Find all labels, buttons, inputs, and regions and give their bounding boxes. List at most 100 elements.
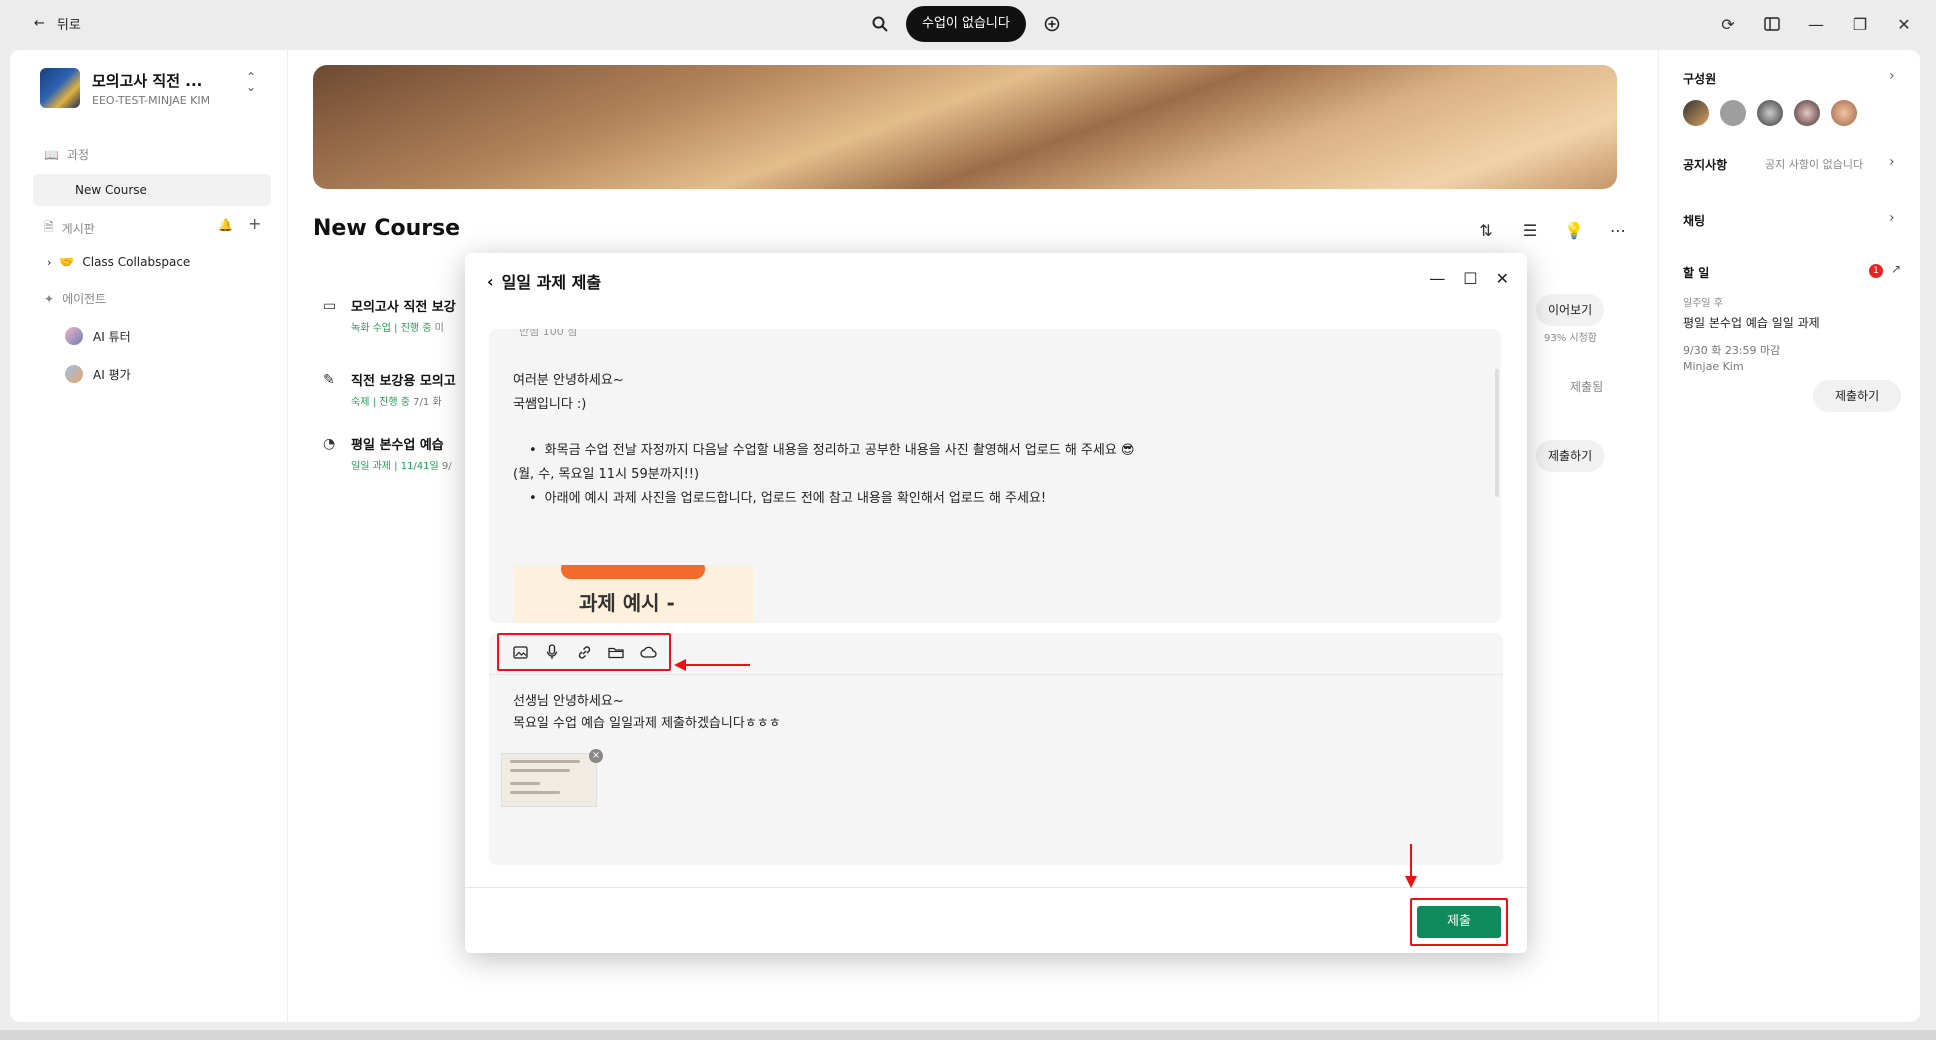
refresh-icon[interactable]: ⟳ (1716, 12, 1740, 36)
book-icon: 📖 (44, 147, 59, 162)
todo-user: Minjae Kim (1683, 360, 1744, 373)
link-icon[interactable] (575, 643, 593, 661)
bell-icon[interactable]: 🔔 (218, 218, 233, 232)
modal-title: 일일 과제 제출 (501, 273, 602, 292)
watch-progress: 93% 시청함 (1544, 333, 1598, 344)
cloud-icon[interactable] (639, 643, 657, 661)
sidebar-item-ai-eval[interactable]: AI 평가 (33, 358, 271, 390)
lightbulb-icon[interactable]: 💡 (1562, 218, 1586, 242)
answer-text[interactable]: 선생님 안녕하세요~ 목요일 수업 예습 일일과제 제출하겠습니다ㅎㅎㅎ (513, 691, 781, 735)
course-title: 모의고사 직전 ... (92, 71, 203, 90)
submit-button[interactable]: 제출 (1417, 906, 1501, 938)
section-course: 📖 과정 (44, 147, 90, 163)
section-agent: ✦ 에이전트 (44, 291, 107, 307)
class-status-pill[interactable]: 수업이 없습니다 (906, 6, 1026, 42)
handshake-icon: 🤝 (59, 255, 75, 269)
example-image-pill (561, 565, 705, 579)
submitted-status: 제출됨 (1570, 380, 1604, 394)
list-item[interactable]: ◔ 평일 본수업 예습 일일 과제 | 11/41일 9/ (323, 434, 452, 472)
todo-submit-button[interactable]: 제출하기 (1813, 380, 1902, 412)
answer-editor[interactable]: 선생님 안녕하세요~ 목요일 수업 예습 일일과제 제출하겠습니다ㅎㅎㅎ × (489, 633, 1503, 865)
left-sidebar: 모의고사 직전 ... EEO-TEST-MINJAE KIM ⌃ ⌄ 📖 과정 … (10, 50, 288, 1022)
example-image[interactable]: 과제 예시 - (513, 565, 753, 623)
todo-title: 할 일 (1683, 266, 1710, 280)
minimize-icon[interactable]: — (1804, 12, 1828, 36)
document-icon: 🗎 (44, 220, 54, 234)
chevron-left-icon[interactable]: ‹ (487, 272, 494, 291)
submit-assignment-button[interactable]: 제출하기 (1536, 440, 1605, 472)
annotation-arrow-left (674, 659, 750, 671)
member-avatars (1683, 100, 1863, 130)
course-thumbnail (40, 68, 80, 108)
video-icon: ▭ (323, 298, 337, 314)
microphone-icon[interactable] (543, 643, 561, 661)
bottom-strip (0, 1030, 1936, 1040)
annotation-arrow-down (1405, 844, 1417, 888)
assignment-description: 여러분 안녕하세요~ 국쌤입니다 :) • 화목금 수업 전날 자정까지 다음날 … (513, 373, 1135, 506)
plus-icon[interactable]: + (248, 214, 261, 233)
restore-icon[interactable]: ❐ (1848, 12, 1872, 36)
sidebar-toggle-icon[interactable] (1760, 12, 1784, 36)
sort-icon[interactable]: ⇅ (1474, 218, 1498, 242)
sparkle-icon: ✦ (44, 291, 55, 306)
image-icon[interactable] (511, 643, 529, 661)
chevron-updown-icon[interactable]: ⌃ ⌄ (246, 71, 256, 93)
avatar[interactable] (1831, 100, 1858, 126)
list-item[interactable]: ▭ 모의고사 직전 보강 녹화 수업 | 진행 중 미 (323, 296, 456, 334)
editor-toolbar (489, 633, 1503, 675)
course-banner (313, 65, 1617, 189)
avatar (65, 365, 83, 383)
avatar[interactable] (1720, 100, 1747, 126)
page-title: New Course (313, 216, 461, 241)
minimize-icon[interactable]: — (1429, 269, 1445, 288)
chevron-right-icon: › (47, 255, 52, 269)
sidebar-item-ai-tutor[interactable]: AI 튜터 (33, 320, 271, 352)
arrow-left-icon: ← (34, 16, 45, 31)
right-panel: 구성원 › 공지사항 공지 사항이 없습니다 › 채팅 › 할 일 1 ↗ 일주… (1658, 50, 1920, 1022)
score-label: 만점 100 점 (519, 329, 578, 338)
sidebar-item-collabspace[interactable]: › 🤝 Class Collabspace (33, 246, 271, 278)
close-icon[interactable]: ✕ (1496, 269, 1509, 288)
notice-title: 공지사항 (1683, 158, 1728, 172)
todo-badge: 1 (1869, 264, 1883, 278)
back-button[interactable]: ← 뒤로 (34, 14, 81, 33)
check-circle-icon: ◔ (323, 436, 336, 452)
assignment-content[interactable]: 만점 100 점 여러분 안녕하세요~ 국쌤입니다 :) • 화목금 수업 전날 … (489, 329, 1501, 623)
close-icon[interactable]: ✕ (1892, 12, 1916, 36)
todo-week: 일주일 후 (1683, 298, 1723, 309)
search-icon[interactable] (868, 12, 892, 36)
more-icon[interactable]: ⋯ (1606, 218, 1630, 242)
folder-icon[interactable] (607, 643, 625, 661)
todo-due: 9/30 화 23:59 마감 (1683, 344, 1781, 357)
maximize-icon[interactable]: ☐ (1463, 269, 1477, 288)
todo-item[interactable]: 평일 본수업 예습 일일 과제 (1683, 314, 1820, 331)
continue-watch-button[interactable]: 이어보기 (1536, 294, 1605, 326)
avatar[interactable] (1683, 100, 1709, 126)
top-bar: ← 뒤로 수업이 없습니다 ⟳ — ❐ ✕ (0, 0, 1936, 48)
assignment-submit-modal: ‹ 일일 과제 제출 — ☐ ✕ 만점 100 점 여러분 안녕하세요~ 국쌤입… (465, 253, 1527, 953)
remove-attachment-icon[interactable]: × (589, 749, 603, 763)
add-circle-icon[interactable] (1040, 12, 1064, 36)
modal-footer-divider (465, 887, 1527, 888)
external-link-icon[interactable]: ↗ (1891, 262, 1901, 276)
chevron-right-icon[interactable]: › (1889, 210, 1895, 226)
avatar[interactable] (1757, 100, 1784, 126)
modal-header: ‹ 일일 과제 제출 (487, 269, 601, 293)
avatar (65, 327, 83, 345)
list-item[interactable]: ✎ 직전 보강용 모의고 숙제 | 진행 중 7/1 화 (323, 370, 456, 408)
chevron-right-icon[interactable]: › (1889, 154, 1895, 170)
sidebar-item-new-course[interactable]: New Course (33, 174, 271, 206)
section-board: 🗎 게시판 (44, 218, 95, 239)
chat-title: 채팅 (1683, 214, 1706, 228)
homework-icon: ✎ (323, 372, 335, 388)
filter-icon[interactable]: ☰ (1518, 218, 1542, 242)
submit-button-highlight: 제출 (1410, 898, 1508, 946)
avatar[interactable] (1794, 100, 1821, 126)
attachment-toolbar-highlight (497, 633, 671, 671)
content-scrollbar[interactable] (1495, 369, 1499, 497)
course-header[interactable]: 모의고사 직전 ... EEO-TEST-MINJAE KIM (40, 68, 210, 108)
members-title: 구성원 (1683, 72, 1717, 86)
back-label: 뒤로 (56, 18, 81, 33)
chevron-right-icon[interactable]: › (1889, 68, 1895, 84)
attached-image-thumbnail[interactable] (501, 753, 597, 807)
